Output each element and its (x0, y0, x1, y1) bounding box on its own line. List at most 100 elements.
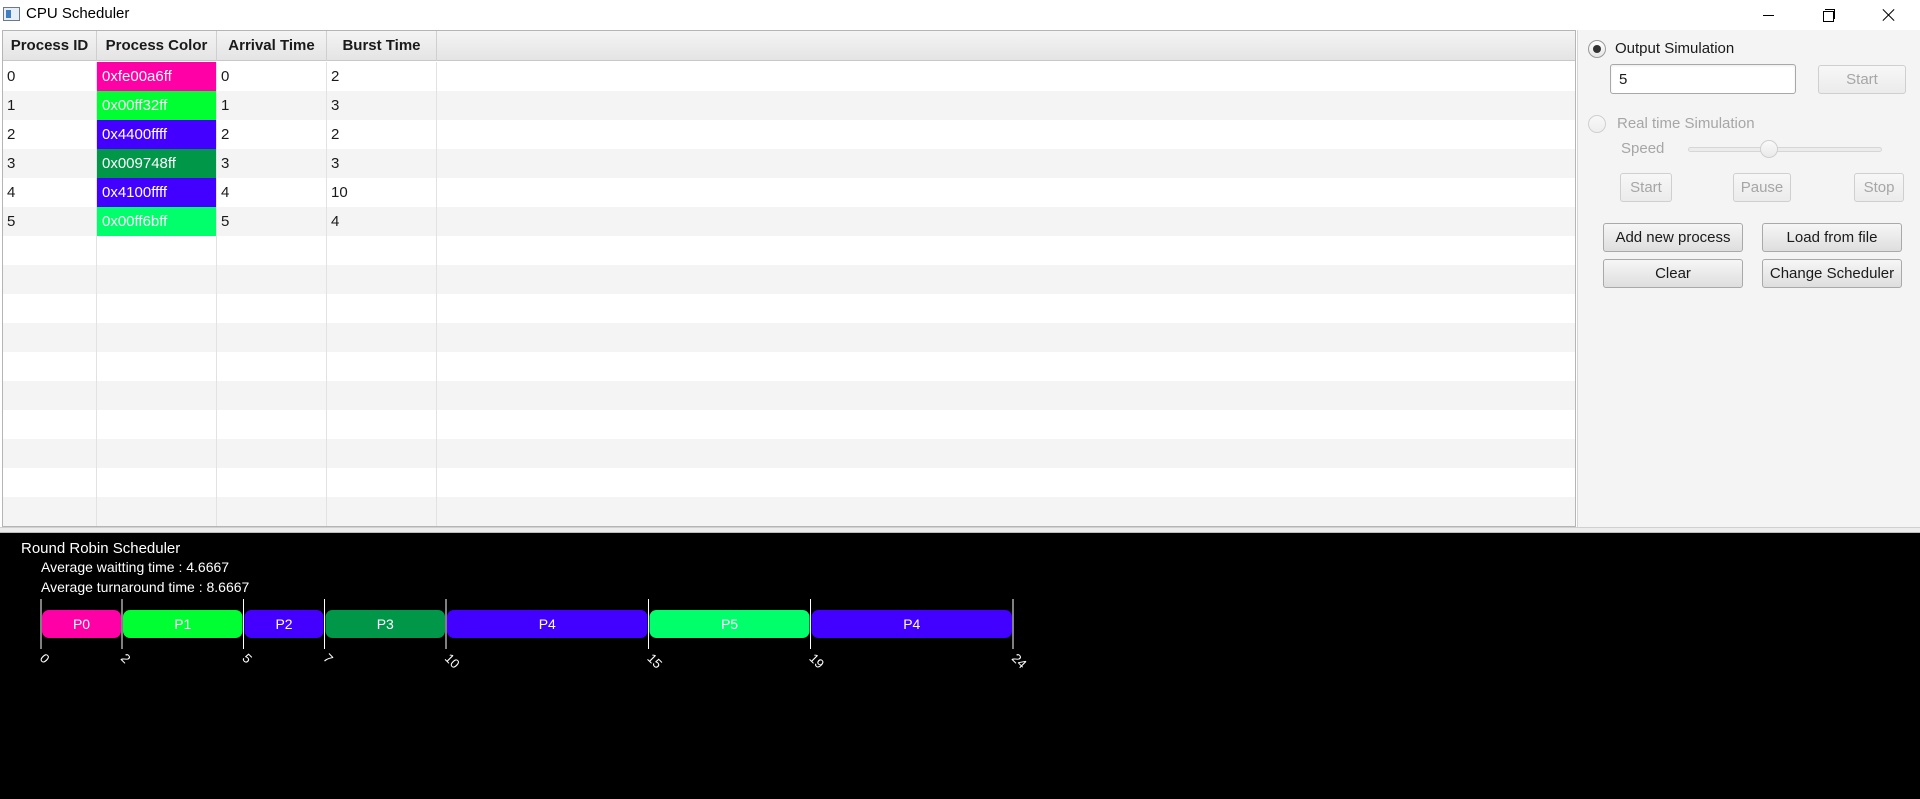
table-row[interactable]: 4 0x4100ffff 4 10 (3, 178, 1575, 207)
process-color-cell[interactable] (97, 265, 217, 294)
arrival-time-cell[interactable] (217, 439, 327, 468)
process-id-cell[interactable] (3, 497, 97, 526)
process-color-cell[interactable]: 0x4100ffff (97, 178, 217, 207)
process-color-cell[interactable] (97, 294, 217, 323)
process-id-cell[interactable]: 3 (3, 149, 97, 178)
burst-time-cell[interactable] (327, 410, 437, 439)
process-id-cell[interactable] (3, 381, 97, 410)
burst-time-cell[interactable] (327, 236, 437, 265)
table-row[interactable]: 1 0x00ff32ff 1 3 (3, 91, 1575, 120)
arrival-time-cell[interactable] (217, 236, 327, 265)
table-row[interactable]: 0 0xfe00a6ff 0 2 (3, 62, 1575, 91)
burst-time-cell[interactable]: 2 (327, 62, 437, 91)
process-id-cell[interactable] (3, 468, 97, 497)
arrival-time-cell[interactable]: 1 (217, 91, 327, 120)
process-id-cell[interactable] (3, 323, 97, 352)
process-color-cell[interactable]: 0x4400ffff (97, 120, 217, 149)
process-id-cell[interactable] (3, 410, 97, 439)
process-color-cell[interactable] (97, 410, 217, 439)
arrival-time-cell[interactable]: 4 (217, 178, 327, 207)
process-table[interactable]: Process ID Process Color Arrival Time Bu… (2, 30, 1576, 527)
steps-input[interactable] (1610, 64, 1796, 94)
realtime-start-button[interactable]: Start (1620, 173, 1672, 202)
output-simulation-radio[interactable] (1588, 40, 1606, 58)
speed-slider-thumb[interactable] (1760, 140, 1778, 158)
process-color-cell[interactable] (97, 381, 217, 410)
process-color-cell[interactable]: 0xfe00a6ff (97, 62, 217, 91)
start-button[interactable]: Start (1818, 65, 1906, 94)
maximize-button[interactable] (1806, 0, 1852, 30)
pause-button[interactable]: Pause (1733, 173, 1791, 202)
column-header-process-color[interactable]: Process Color (97, 31, 217, 61)
process-color-cell[interactable]: 0x009748ff (97, 149, 217, 178)
table-row[interactable]: 2 0x4400ffff 2 2 (3, 120, 1575, 149)
load-from-file-button[interactable]: Load from file (1762, 223, 1902, 252)
empty-table-row[interactable] (3, 468, 1575, 497)
empty-table-row[interactable] (3, 236, 1575, 265)
burst-time-cell[interactable] (327, 439, 437, 468)
empty-table-row[interactable] (3, 410, 1575, 439)
process-id-cell[interactable] (3, 236, 97, 265)
empty-table-row[interactable] (3, 352, 1575, 381)
burst-time-cell[interactable] (327, 381, 437, 410)
burst-time-cell[interactable] (327, 468, 437, 497)
process-color-cell[interactable]: 0x00ff6bff (97, 207, 217, 236)
burst-time-cell[interactable] (327, 497, 437, 526)
column-header-burst-time[interactable]: Burst Time (327, 31, 437, 61)
process-id-cell[interactable]: 4 (3, 178, 97, 207)
burst-time-cell[interactable]: 3 (327, 91, 437, 120)
burst-time-cell[interactable] (327, 323, 437, 352)
process-id-cell[interactable] (3, 439, 97, 468)
empty-table-row[interactable] (3, 381, 1575, 410)
process-color-cell[interactable] (97, 352, 217, 381)
arrival-time-cell[interactable] (217, 323, 327, 352)
add-new-process-button[interactable]: Add new process (1603, 223, 1743, 252)
process-id-cell[interactable]: 5 (3, 207, 97, 236)
clear-button[interactable]: Clear (1603, 259, 1743, 288)
table-row[interactable]: 5 0x00ff6bff 5 4 (3, 207, 1575, 236)
arrival-time-cell[interactable]: 2 (217, 120, 327, 149)
arrival-time-cell[interactable] (217, 352, 327, 381)
arrival-time-cell[interactable]: 3 (217, 149, 327, 178)
process-color-cell[interactable] (97, 468, 217, 497)
table-row[interactable]: 3 0x009748ff 3 3 (3, 149, 1575, 178)
speed-slider[interactable] (1688, 147, 1882, 152)
arrival-time-cell[interactable] (217, 265, 327, 294)
arrival-time-cell[interactable]: 5 (217, 207, 327, 236)
empty-table-row[interactable] (3, 294, 1575, 323)
empty-table-row[interactable] (3, 265, 1575, 294)
close-button[interactable] (1866, 0, 1912, 30)
arrival-time-cell[interactable]: 0 (217, 62, 327, 91)
process-id-cell[interactable] (3, 352, 97, 381)
process-id-cell[interactable] (3, 294, 97, 323)
process-id-cell[interactable] (3, 265, 97, 294)
process-color-cell[interactable]: 0x00ff32ff (97, 91, 217, 120)
burst-time-cell[interactable] (327, 294, 437, 323)
column-header-arrival-time[interactable]: Arrival Time (217, 31, 327, 61)
arrival-time-cell[interactable] (217, 497, 327, 526)
process-color-cell[interactable] (97, 439, 217, 468)
process-color-cell[interactable] (97, 497, 217, 526)
column-header-process-id[interactable]: Process ID (3, 31, 97, 61)
process-id-cell[interactable]: 2 (3, 120, 97, 149)
burst-time-cell[interactable] (327, 265, 437, 294)
arrival-time-cell[interactable] (217, 410, 327, 439)
burst-time-cell[interactable]: 2 (327, 120, 437, 149)
arrival-time-cell[interactable] (217, 468, 327, 497)
empty-table-row[interactable] (3, 497, 1575, 526)
stop-button[interactable]: Stop (1854, 173, 1904, 202)
burst-time-cell[interactable]: 4 (327, 207, 437, 236)
burst-time-cell[interactable]: 10 (327, 178, 437, 207)
burst-time-cell[interactable] (327, 352, 437, 381)
process-id-cell[interactable]: 0 (3, 62, 97, 91)
arrival-time-cell[interactable] (217, 381, 327, 410)
burst-time-cell[interactable]: 3 (327, 149, 437, 178)
minimize-button[interactable] (1745, 0, 1791, 30)
arrival-time-cell[interactable] (217, 294, 327, 323)
process-id-cell[interactable]: 1 (3, 91, 97, 120)
empty-table-row[interactable] (3, 323, 1575, 352)
process-color-cell[interactable] (97, 323, 217, 352)
realtime-simulation-radio[interactable] (1588, 115, 1606, 133)
process-color-cell[interactable] (97, 236, 217, 265)
change-scheduler-button[interactable]: Change Scheduler (1762, 259, 1902, 288)
